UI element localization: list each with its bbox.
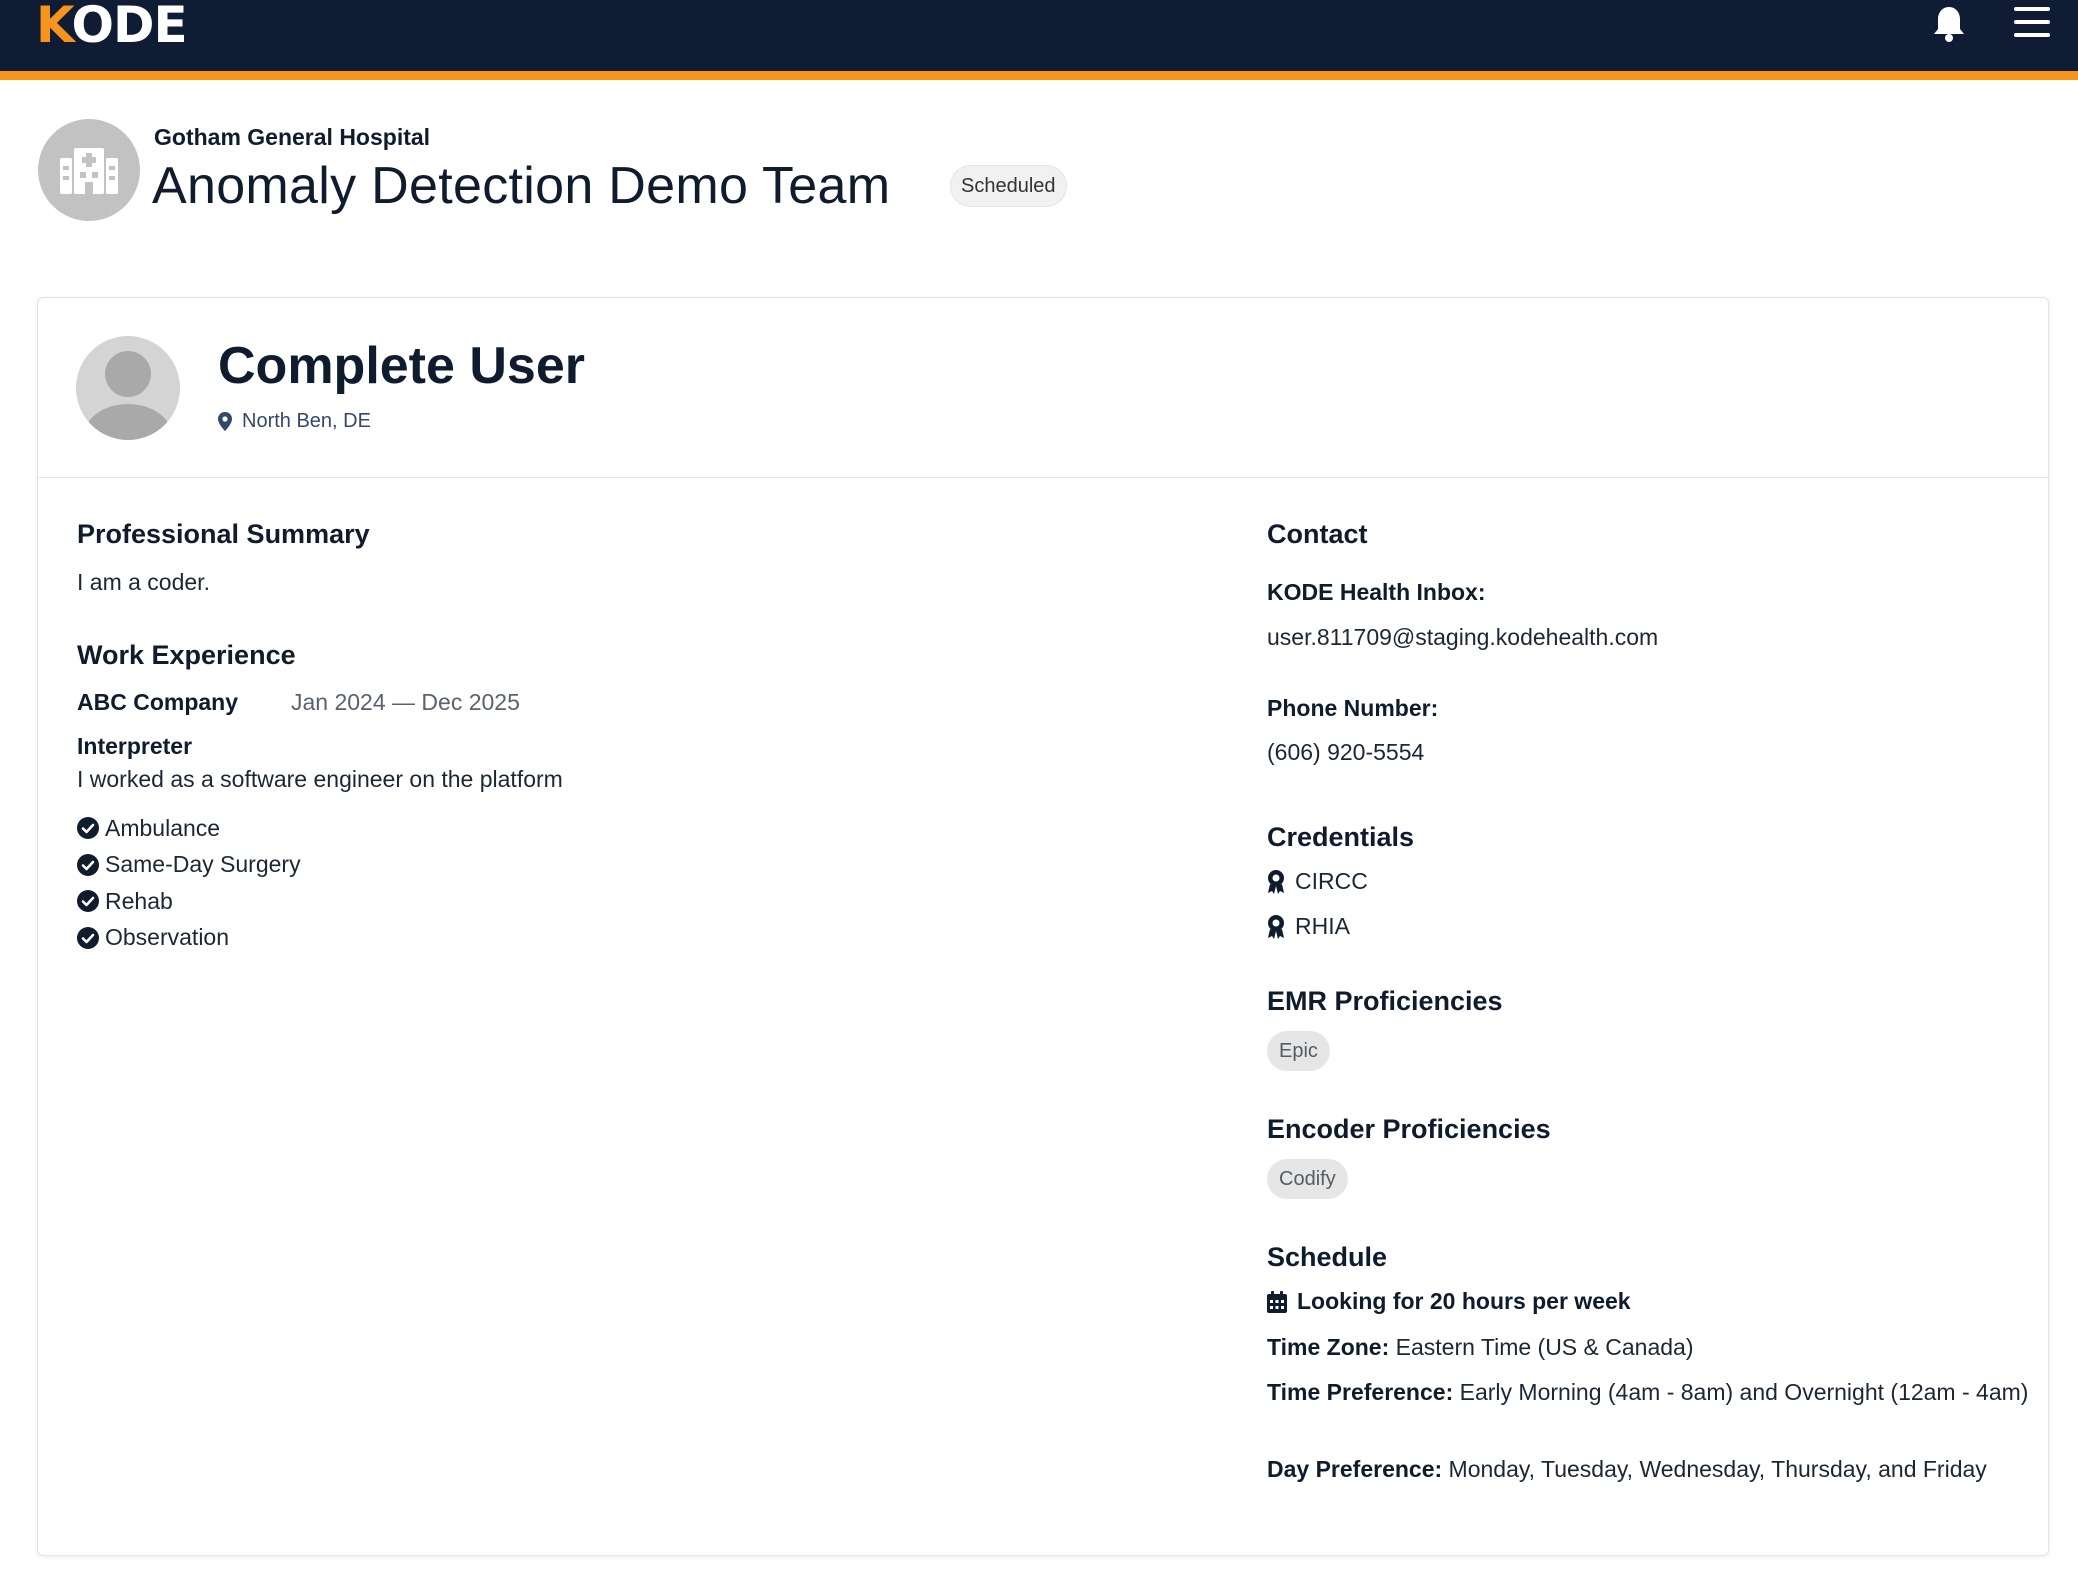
day-preference-value: Monday, Tuesday, Wednesday, Thursday, an… — [1448, 1456, 1987, 1482]
logo-letters: ODE — [71, 0, 188, 54]
work-role: Interpreter — [77, 733, 193, 759]
schedule-hours-text: Looking for 20 hours per week — [1297, 1288, 1631, 1314]
inbox-email[interactable]: user.811709@staging.kodehealth.com — [1267, 624, 1658, 651]
status-badge: Scheduled — [950, 165, 1067, 207]
credential-item: RHIA — [1267, 913, 1350, 940]
phone-label: Phone Number: — [1267, 695, 1439, 721]
list-item: Observation — [77, 920, 301, 957]
list-item: Same-Day Surgery — [77, 847, 301, 884]
professional-summary-heading: Professional Summary — [77, 519, 370, 549]
emr-heading: EMR Proficiencies — [1267, 986, 1503, 1016]
navbar-accent-stripe — [0, 71, 2078, 80]
list-item: Ambulance — [77, 810, 301, 847]
list-item: Rehab — [77, 883, 301, 920]
hamburger-menu-icon[interactable] — [2014, 5, 2050, 39]
card-divider — [38, 477, 2048, 478]
kode-logo[interactable]: KODE — [36, 0, 188, 50]
professional-summary-text: I am a coder. — [77, 569, 210, 595]
check-circle-icon — [77, 890, 99, 913]
map-pin-icon — [218, 412, 232, 431]
timezone-value: Eastern Time (US & Canada) — [1395, 1334, 1694, 1360]
profile-card: Complete User North Ben, DE Professional… — [37, 297, 2049, 1556]
work-description: I worked as a software engineer on the p… — [77, 766, 563, 792]
check-circle-icon — [77, 926, 99, 949]
bell-icon[interactable] — [1932, 4, 1966, 44]
schedule-hours: Looking for 20 hours per week — [1267, 1288, 1631, 1315]
schedule-heading: Schedule — [1267, 1242, 1388, 1272]
setting-label: Rehab — [105, 887, 173, 914]
work-experience-heading: Work Experience — [77, 640, 296, 670]
award-ribbon-icon — [1268, 869, 1284, 894]
credential-item: CIRCC — [1267, 868, 1368, 895]
user-avatar — [76, 336, 180, 440]
check-circle-icon — [77, 853, 99, 876]
day-preference-label: Day Preference: — [1267, 1456, 1443, 1482]
user-location: North Ben, DE — [218, 410, 371, 433]
user-name: Complete User — [218, 337, 585, 395]
credential-label: RHIA — [1295, 913, 1350, 939]
location-text: North Ben, DE — [242, 410, 371, 432]
contact-heading: Contact — [1267, 519, 1368, 549]
schedule-day-preference: Day Preference: Monday, Tuesday, Wednesd… — [1267, 1453, 2037, 1485]
credentials-heading: Credentials — [1267, 822, 1415, 852]
setting-label: Observation — [105, 924, 230, 951]
encoder-chip: Codify — [1267, 1159, 1348, 1199]
setting-label: Same-Day Surgery — [105, 851, 301, 878]
setting-label: Ambulance — [105, 814, 221, 841]
time-preference-value: Early Morning (4am - 8am) and Overnight … — [1459, 1379, 2029, 1405]
calendar-icon — [1267, 1290, 1287, 1313]
logo-letter-k: K — [36, 0, 72, 54]
encoder-heading: Encoder Proficiencies — [1267, 1114, 1551, 1144]
work-settings-list: Ambulance Same-Day Surgery Rehab Observa… — [77, 810, 301, 956]
timezone-label: Time Zone: — [1267, 1334, 1390, 1360]
emr-chip: Epic — [1267, 1031, 1330, 1071]
inbox-label: KODE Health Inbox: — [1267, 579, 1486, 605]
credential-label: CIRCC — [1295, 868, 1368, 894]
check-circle-icon — [77, 817, 99, 840]
work-company: ABC Company — [77, 689, 239, 715]
hospital-icon — [60, 148, 118, 194]
top-navbar: KODE — [0, 0, 2078, 71]
time-preference-label: Time Preference: — [1267, 1379, 1454, 1405]
award-ribbon-icon — [1268, 914, 1284, 939]
work-dates: Jan 2024 — Dec 2025 — [291, 689, 520, 715]
hospital-avatar — [38, 119, 140, 221]
page-title: Anomaly Detection Demo Team — [152, 157, 891, 215]
schedule-timezone: Time Zone: Eastern Time (US & Canada) — [1267, 1331, 2037, 1363]
schedule-time-preference: Time Preference: Early Morning (4am - 8a… — [1267, 1376, 2037, 1408]
organization-name: Gotham General Hospital — [154, 124, 431, 150]
phone-number[interactable]: (606) 920-5554 — [1267, 739, 1424, 766]
